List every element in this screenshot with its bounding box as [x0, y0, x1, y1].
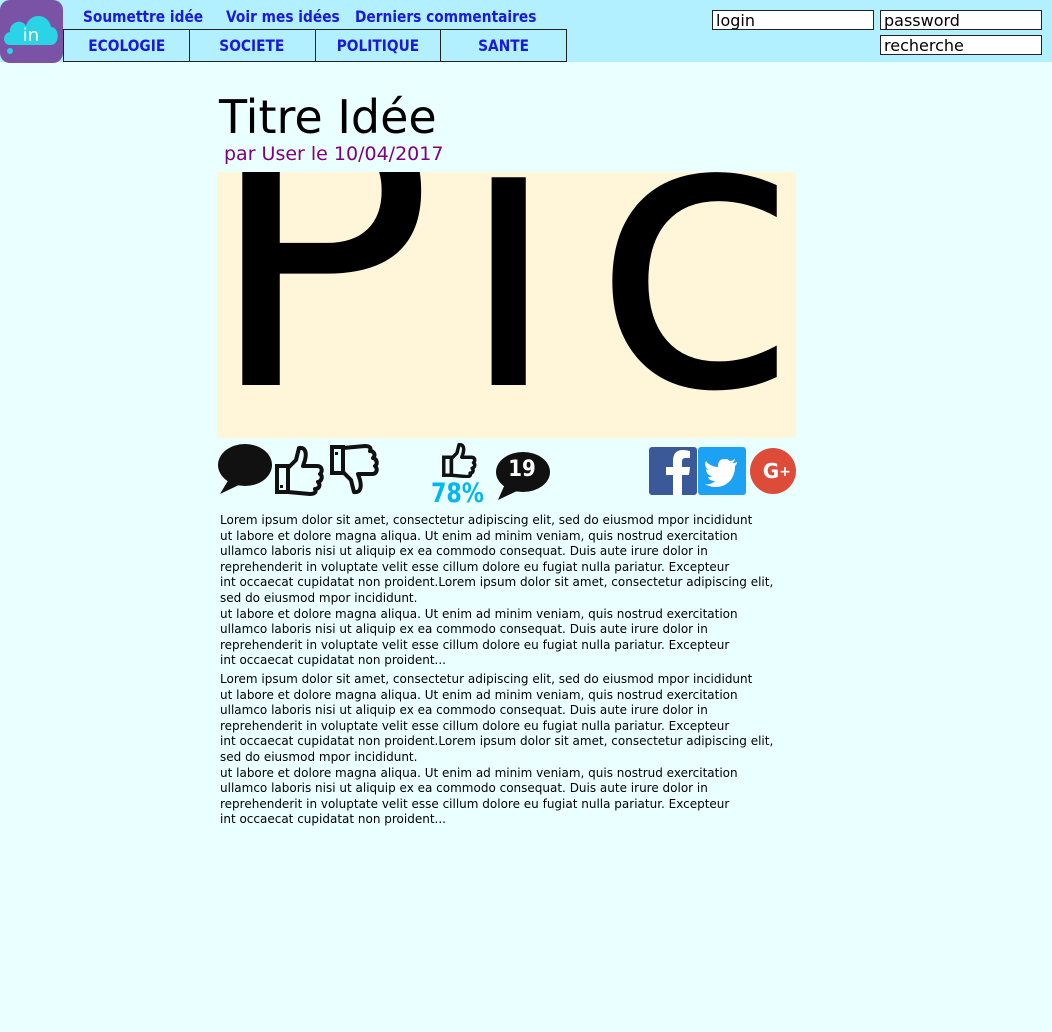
approval-percentage: 78% — [431, 478, 485, 509]
twitter-icon[interactable] — [698, 447, 746, 495]
category-label: SANTE — [478, 36, 530, 55]
my-ideas-link[interactable]: Voir mes idées — [226, 6, 340, 28]
site-logo[interactable]: in — [0, 0, 63, 63]
svg-text:G: G — [763, 459, 779, 483]
category-tab-societe[interactable]: SOCIETE — [188, 29, 315, 62]
svg-text:+: + — [779, 464, 791, 480]
logo-text: in — [23, 25, 39, 46]
cloud-logo-icon: in — [4, 16, 58, 54]
latest-comments-link[interactable]: Derniers commentaires — [355, 6, 536, 28]
category-label: ECOLOGIE — [87, 36, 165, 55]
category-bar: ECOLOGIE SOCIETE POLITIQUE SANTE — [63, 29, 567, 62]
submit-idea-link[interactable]: Soumettre idée — [83, 6, 203, 28]
google-plus-icon[interactable]: G + — [749, 447, 797, 495]
image-placeholder-text: Pic — [217, 172, 796, 438]
idea-byline: par User le 10/04/2017 — [224, 143, 444, 165]
thumbs-up-icon[interactable] — [274, 444, 324, 496]
idea-image-placeholder: Pic — [217, 172, 796, 438]
category-tab-sante[interactable]: SANTE — [440, 29, 567, 62]
category-label: SOCIETE — [219, 36, 285, 55]
idea-description: Lorem ipsum dolor sit amet, consectetur … — [220, 513, 810, 831]
top-bar: in Soumettre idée Voir mes idées Dernier… — [0, 0, 1052, 63]
search-input[interactable] — [880, 35, 1042, 55]
category-tab-ecologie[interactable]: ECOLOGIE — [63, 29, 189, 62]
category-tab-politique[interactable]: POLITIQUE — [314, 29, 441, 62]
password-input[interactable] — [880, 10, 1042, 30]
comment-count: 19 — [508, 457, 536, 482]
comment-bubble-icon[interactable] — [217, 443, 273, 495]
category-label: POLITIQUE — [336, 36, 420, 55]
description-paragraph: Lorem ipsum dolor sit amet, consectetur … — [220, 671, 774, 827]
description-paragraph: Lorem ipsum dolor sit amet, consectetur … — [220, 513, 774, 668]
login-input[interactable] — [712, 10, 874, 30]
thumbs-down-icon[interactable] — [329, 444, 381, 500]
facebook-icon[interactable] — [649, 447, 697, 495]
thumbs-up-small-icon — [442, 442, 477, 478]
idea-title: Titre Idée — [219, 90, 437, 144]
